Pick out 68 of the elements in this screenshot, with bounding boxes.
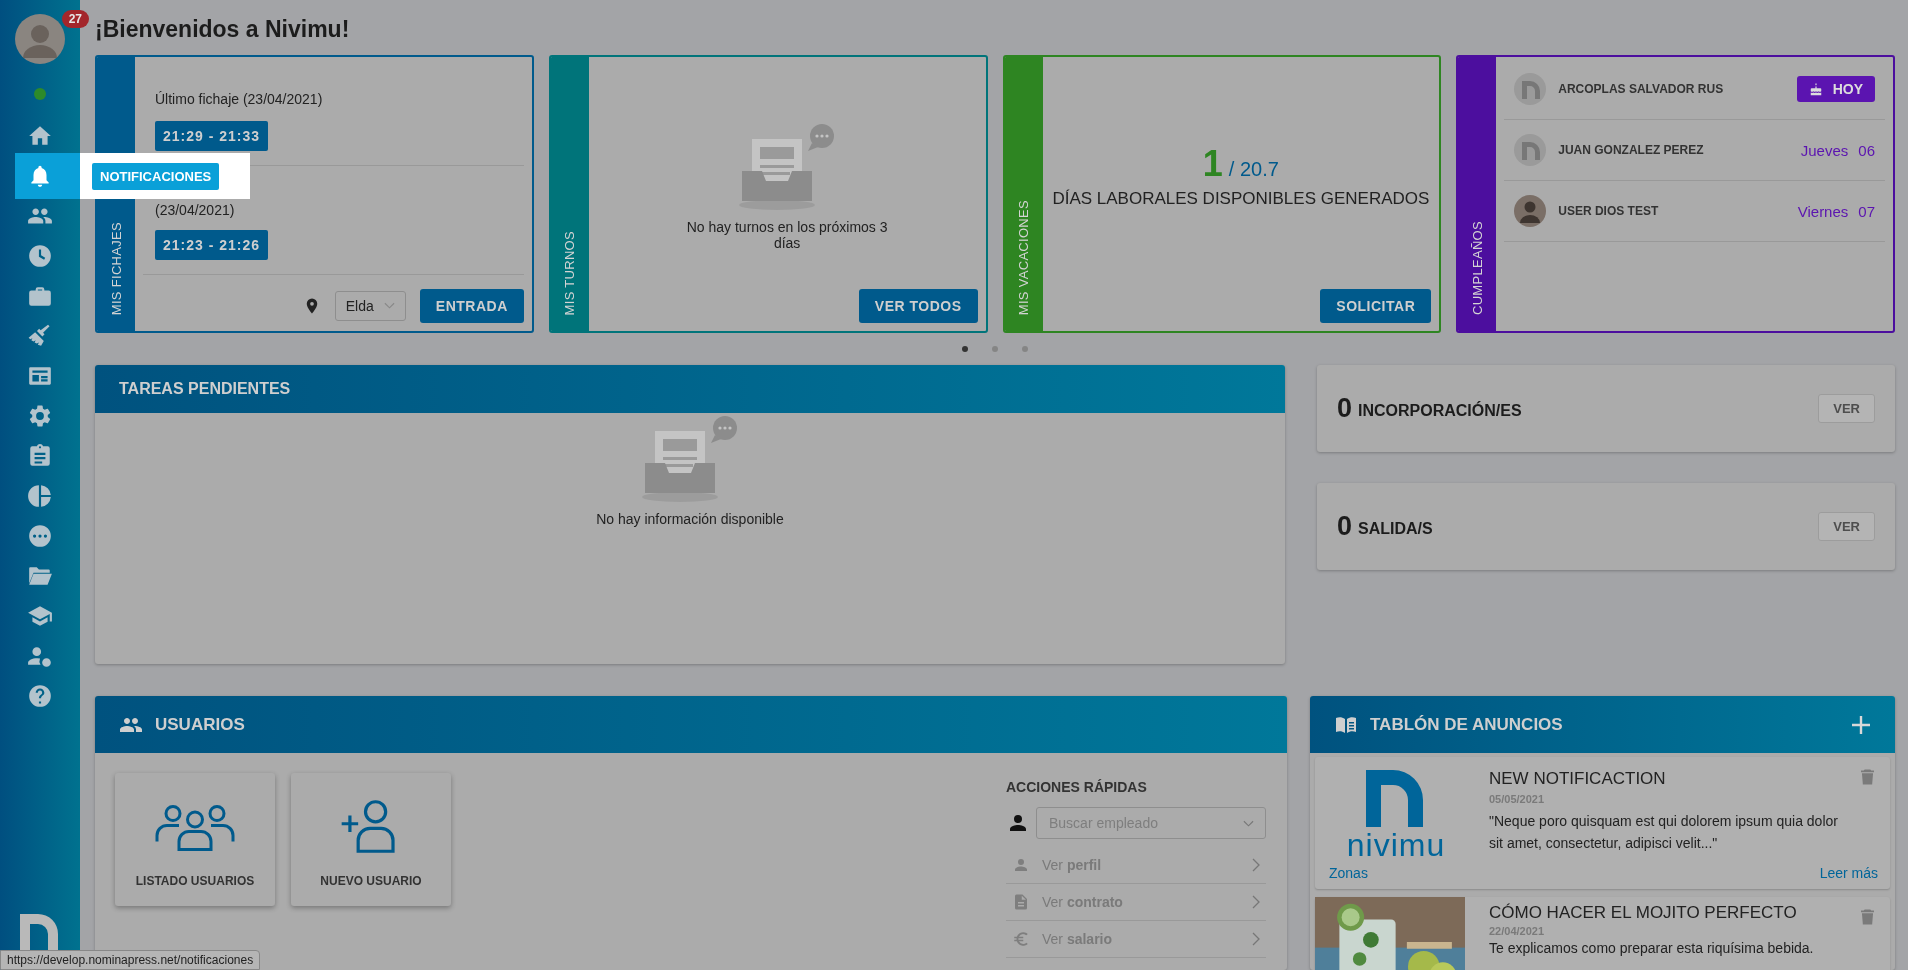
- count-value: 0: [1337, 511, 1353, 542]
- today-badge: HOY: [1796, 76, 1875, 102]
- count-value: 0: [1337, 393, 1353, 424]
- tag-link[interactable]: Zonas: [1329, 865, 1368, 881]
- carousel-dot[interactable]: [962, 346, 968, 352]
- count-label: INCORPORACIÓN/ES: [1358, 401, 1523, 420]
- panel-title: USUARIOS: [155, 714, 245, 735]
- chat-icon: [27, 523, 53, 549]
- action-tile[interactable]: NUEVO USUARIO: [291, 773, 451, 906]
- count-label: SALIDA/S: [1358, 519, 1434, 538]
- status-url: https://develop.nominapress.net/notificaciones: [0, 950, 261, 970]
- carousel-dot[interactable]: [1022, 346, 1028, 352]
- time-range: 21:29 - 21:33: [155, 121, 269, 151]
- entry-date: Último fichaje (23/04/2021): [155, 91, 323, 107]
- post-title: CÓMO HACER EL MOJITO PERFECTO: [1489, 903, 1798, 923]
- tile-label: LISTADO USUARIOS: [135, 874, 255, 888]
- person-name: USER DIOS TEST: [1558, 204, 1660, 218]
- pie-chart-icon: [27, 483, 53, 509]
- person-name: JUAN GONZALEZ PEREZ: [1558, 143, 1705, 157]
- clock-in-button[interactable]: ENTRADA: [419, 289, 524, 323]
- weekday: Viernes: [1797, 202, 1849, 220]
- logo-text: nivimu: [1346, 829, 1446, 861]
- tile-label: NUEVO USUARIO: [320, 874, 422, 888]
- euro-icon: [1012, 930, 1030, 948]
- days-total: / 20.7: [1228, 158, 1279, 181]
- tooltip: NOTIFICACIONES: [92, 163, 220, 190]
- day-number: 06: [1858, 141, 1875, 159]
- person-name: ARCOPLAS SALVADOR RUS: [1558, 82, 1725, 96]
- entry-date: (23/04/2021): [155, 202, 235, 218]
- caret-icon: [1243, 820, 1254, 828]
- post-title: NEW NOTIFICACTION: [1489, 769, 1667, 789]
- view-all-button[interactable]: VER TODOS: [858, 289, 978, 323]
- action-tile[interactable]: LISTADO USUARIOS: [115, 773, 275, 906]
- carousel-dot[interactable]: [992, 346, 998, 352]
- chevron-right-icon: [1252, 858, 1260, 872]
- card-label: MIS VACACIONES: [1016, 199, 1031, 315]
- days-caption: DÍAS LABORALES DISPONIBLES GENERADOS: [1052, 189, 1430, 209]
- post-excerpt: "Neque poro quisquam est qui dolorem ipsum quia dolor sit amet, consectetur, adipisci velit...": [1489, 812, 1839, 853]
- chevron-right-icon: [1252, 932, 1260, 946]
- clock-icon: [27, 243, 53, 269]
- card-label: MIS TURNOS: [562, 230, 578, 315]
- add-icon[interactable]: [1851, 714, 1871, 735]
- card-label: MIS FICHAJES: [108, 221, 124, 315]
- document-icon: [1012, 893, 1030, 911]
- chevron-right-icon: [1252, 895, 1260, 909]
- caret-icon: [383, 302, 395, 310]
- logo-icon: [20, 912, 60, 952]
- read-more-link[interactable]: Leer más: [1819, 865, 1878, 881]
- post-excerpt: Te explicamos como preparar esta riquísima bebida.: [1489, 940, 1815, 958]
- panel-title: TAREAS PENDIENTES: [119, 380, 291, 398]
- days-available: 1: [1202, 143, 1223, 185]
- notification-badge: 27: [61, 10, 89, 28]
- card-label: CUMPLEAÑOS: [1469, 220, 1485, 315]
- location-select[interactable]: Elda: [334, 291, 406, 321]
- empty-message: No hay información disponible: [596, 511, 784, 527]
- help-icon: [27, 683, 53, 709]
- request-button[interactable]: SOLICITAR: [1320, 289, 1432, 323]
- section-title: ACCIONES RÁPIDAS: [1006, 779, 1148, 795]
- empty-message: No hay turnos en los próximos 3 días: [685, 219, 889, 251]
- weekday: Jueves: [1800, 141, 1849, 159]
- settings-icon: [27, 403, 53, 429]
- cake-icon: [1808, 82, 1823, 96]
- page-title: ¡Bienvenidos a Nivimu!: [95, 16, 351, 43]
- clipboard-icon: [27, 443, 53, 469]
- panel-title: TABLÓN DE ANUNCIOS: [1370, 714, 1563, 735]
- time-range: 21:23 - 21:26: [155, 230, 269, 260]
- day-number: 07: [1858, 202, 1875, 220]
- person-icon: [1012, 856, 1030, 874]
